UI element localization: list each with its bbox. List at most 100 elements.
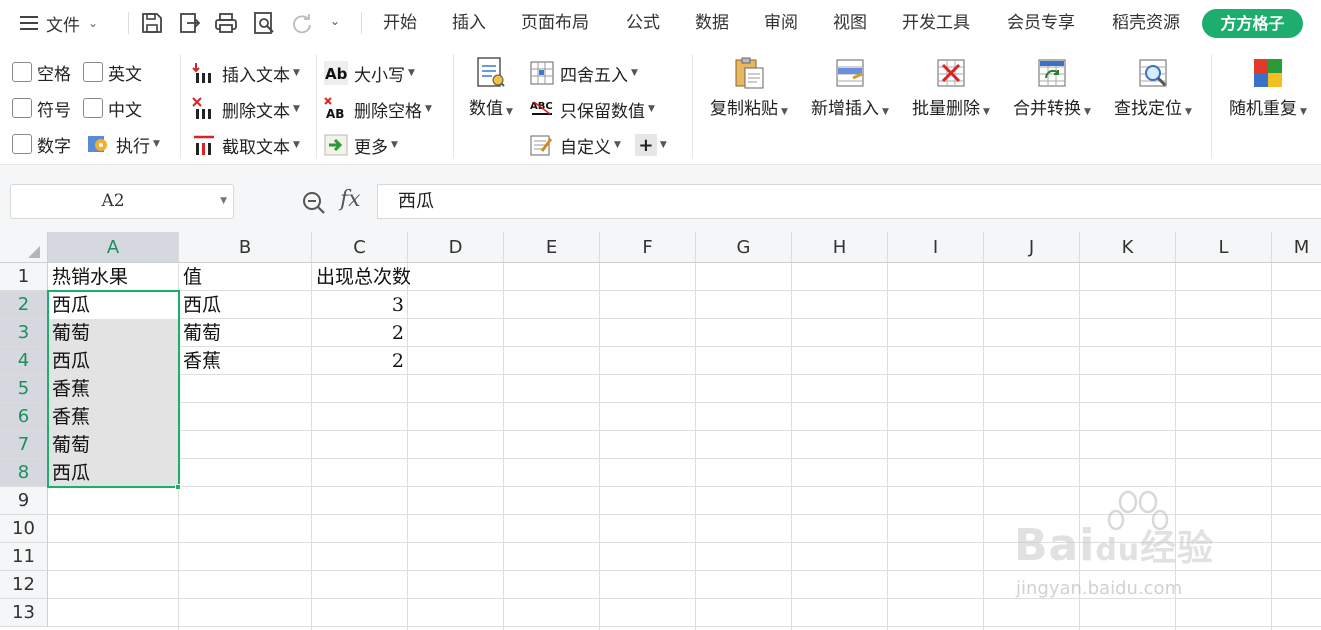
remove-spaces-button[interactable]: AB 删除空格 ▼	[324, 94, 432, 124]
checkbox-box[interactable]	[12, 134, 32, 154]
column-header-f[interactable]: F	[600, 232, 696, 263]
checkbox-box[interactable]	[83, 98, 103, 118]
fill-handle[interactable]	[175, 484, 181, 490]
copy-paste-button[interactable]: 复制粘贴 ▼	[706, 56, 792, 119]
row-header-6[interactable]: 6	[0, 403, 48, 431]
column-header-i[interactable]: I	[888, 232, 984, 263]
tab-review[interactable]: 审阅	[764, 0, 798, 46]
column-header-j[interactable]: J	[984, 232, 1080, 263]
case-button[interactable]: Ab 大小写 ▼	[324, 58, 415, 88]
execute-button[interactable]: 执行 ▼	[86, 129, 160, 159]
merge-convert-label: 合并转换	[1013, 99, 1082, 119]
tab-developer[interactable]: 开发工具	[902, 0, 970, 46]
row-header-5[interactable]: 5	[0, 375, 48, 403]
plus-icon[interactable]: +	[634, 134, 657, 156]
column-header-h[interactable]: H	[792, 232, 888, 263]
random-repeat-button[interactable]: 随机重复 ▼	[1224, 56, 1312, 119]
cell-c4[interactable]: 2	[312, 347, 408, 375]
tab-ffcell[interactable]: 方方格子	[1202, 9, 1303, 38]
checkbox-number[interactable]: 数字	[12, 129, 71, 159]
delete-text-button[interactable]: 删除文本 ▼	[192, 94, 300, 124]
checkbox-box[interactable]	[12, 98, 32, 118]
row-header-1[interactable]: 1	[0, 263, 48, 291]
cell-c3[interactable]: 2	[312, 319, 408, 347]
chevron-down-icon: ⌄	[88, 16, 99, 30]
batch-delete-button[interactable]: 批量删除 ▼	[908, 56, 994, 119]
export-icon[interactable]	[178, 11, 202, 35]
row-header-3[interactable]: 3	[0, 319, 48, 347]
checkbox-space[interactable]: 空格	[12, 57, 71, 87]
cell-a1[interactable]: 热销水果	[48, 263, 179, 291]
zoom-out-icon[interactable]	[301, 190, 327, 216]
column-header-l[interactable]: L	[1176, 232, 1272, 263]
row-header-10[interactable]: 10	[0, 515, 48, 543]
cell-b2[interactable]: 西瓜	[179, 291, 312, 319]
caret-down-icon: ▼	[781, 107, 788, 117]
value-button[interactable]: 数值 ▼	[464, 56, 518, 119]
tab-formulas[interactable]: 公式	[626, 0, 660, 46]
extract-text-button[interactable]: 截取文本 ▼	[192, 130, 300, 160]
tab-member[interactable]: 会员专享	[1007, 0, 1075, 46]
row-header-8[interactable]: 8	[0, 459, 48, 487]
main-menu-label: 文件	[46, 15, 80, 36]
keep-values-button[interactable]: ABC 只保留数值 ▼	[530, 94, 655, 124]
fx-icon[interactable]: fx	[340, 187, 361, 212]
find-locate-button[interactable]: 查找定位 ▼	[1110, 56, 1196, 119]
print-icon[interactable]	[214, 11, 238, 35]
checkbox-english[interactable]: 英文	[83, 57, 142, 87]
name-box[interactable]: A2 ▼	[10, 184, 234, 219]
tab-view[interactable]: 视图	[833, 0, 867, 46]
grid-line	[48, 458, 1321, 459]
tab-insert[interactable]: 插入	[452, 0, 486, 46]
tab-page-layout[interactable]: 页面布局	[521, 0, 589, 46]
divider	[1211, 54, 1212, 158]
column-header-e[interactable]: E	[504, 232, 600, 263]
insert-text-button[interactable]: 插入文本 ▼	[192, 58, 300, 88]
row-header-11[interactable]: 11	[0, 543, 48, 571]
row-header-13[interactable]: 13	[0, 599, 48, 627]
column-header-k[interactable]: K	[1080, 232, 1176, 263]
checkbox-box[interactable]	[83, 62, 103, 82]
main-menu-button[interactable]: 文件 ⌄	[20, 0, 98, 46]
row-header-7[interactable]: 7	[0, 431, 48, 459]
cell-b1[interactable]: 值	[179, 263, 312, 291]
column-header-d[interactable]: D	[408, 232, 504, 263]
row-header-12[interactable]: 12	[0, 571, 48, 599]
tab-data[interactable]: 数据	[695, 0, 729, 46]
select-all-corner[interactable]	[0, 232, 48, 263]
checkbox-symbol[interactable]: 符号	[12, 93, 71, 123]
column-header-b[interactable]: B	[179, 232, 312, 263]
cell-c1[interactable]: 出现总次数	[312, 263, 411, 291]
row-header-9[interactable]: 9	[0, 487, 48, 515]
tab-docer[interactable]: 稻壳资源	[1112, 0, 1180, 46]
merge-convert-button[interactable]: 合并转换 ▼	[1009, 56, 1095, 119]
checkbox-chinese[interactable]: 中文	[83, 93, 142, 123]
grid-line	[48, 402, 1321, 403]
formula-input[interactable]: 西瓜	[377, 184, 1321, 219]
customize-toolbar-icon[interactable]: ⌄	[330, 14, 354, 38]
column-header-c[interactable]: C	[312, 232, 408, 263]
more-button[interactable]: 更多 ▼	[324, 130, 398, 160]
checkbox-label: 符号	[37, 100, 71, 121]
row-header-2[interactable]: 2	[0, 291, 48, 319]
caret-down-icon: ▼	[1300, 107, 1307, 117]
new-insert-button[interactable]: 新增插入 ▼	[807, 56, 893, 119]
custom-button[interactable]: 自定义 ▼ + ▼	[530, 130, 667, 160]
checkbox-box[interactable]	[12, 62, 32, 82]
print-preview-icon[interactable]	[252, 11, 276, 35]
cell-b3[interactable]: 葡萄	[179, 319, 312, 347]
caret-down-icon: ▼	[293, 140, 300, 150]
caret-down-icon[interactable]: ▼	[220, 185, 227, 218]
round-button[interactable]: 四舍五入 ▼	[530, 58, 638, 88]
tab-home[interactable]: 开始	[383, 0, 417, 46]
caret-down-icon: ▼	[882, 107, 889, 117]
column-header-g[interactable]: G	[696, 232, 792, 263]
save-icon[interactable]	[140, 11, 164, 35]
redo-icon[interactable]	[290, 11, 314, 35]
row-header-4[interactable]: 4	[0, 347, 48, 375]
value-label: 数值	[469, 99, 504, 119]
cell-b4[interactable]: 香蕉	[179, 347, 312, 375]
column-header-a[interactable]: A	[48, 232, 179, 263]
column-header-m[interactable]: M	[1272, 232, 1321, 263]
cell-c2[interactable]: 3	[312, 291, 408, 319]
